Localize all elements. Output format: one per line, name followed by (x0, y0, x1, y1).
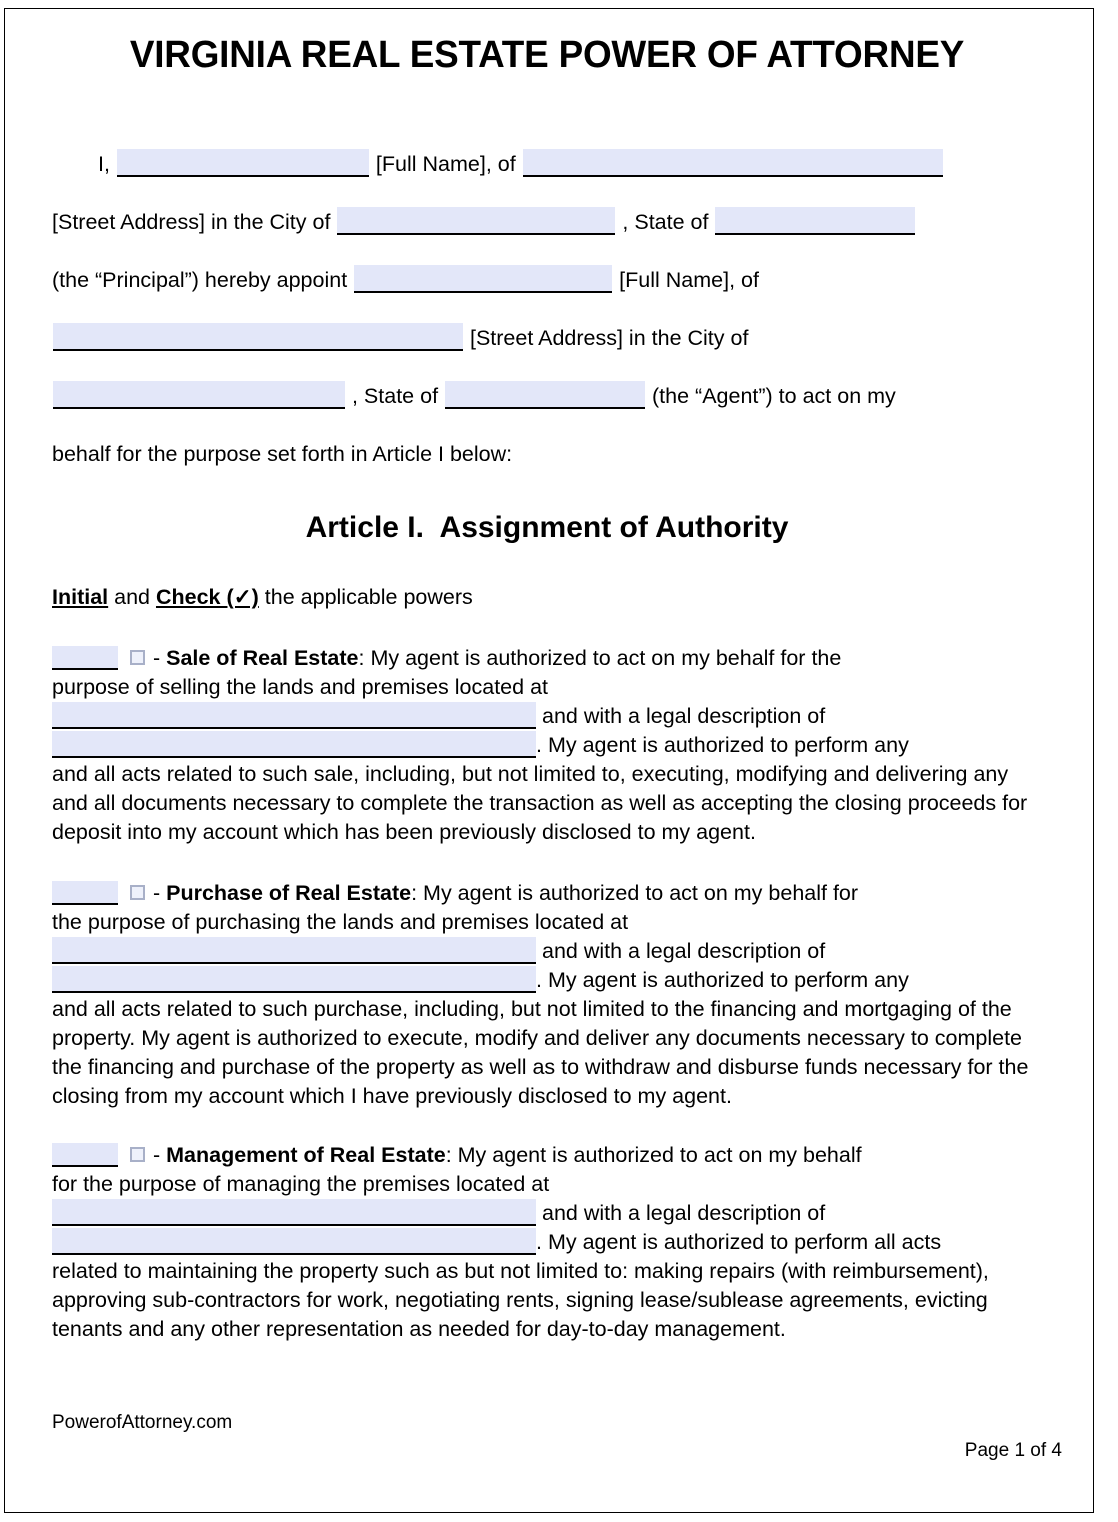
sale-initials-field[interactable] (52, 646, 118, 670)
management-line2-text: for the purpose of managing the premises… (52, 1172, 550, 1196)
intro-line5-midtext: , State of (351, 384, 439, 408)
document-page: VIRGINIA REAL ESTATE POWER OF ATTORNEY I… (0, 0, 1118, 1522)
principal-street-address-field[interactable] (522, 149, 943, 177)
purchase-mid1-text: and with a legal description of (541, 939, 826, 963)
instruction-check-label: Check (✓) (155, 585, 259, 609)
sale-property-location-field[interactable] (52, 702, 536, 729)
intro-line-5: , State of (the “Agent”) to act on my (52, 367, 1042, 425)
management-mid2-text: . My agent is authorized to perform all … (536, 1230, 942, 1254)
power-item-management: - Management of Real Estate: My agent is… (52, 1141, 1042, 1344)
intro-line-3: (the “Principal”) hereby appoint [Full N… (52, 251, 1042, 309)
principal-full-name-field[interactable] (116, 149, 369, 177)
instruction-initial-label: Initial (52, 585, 109, 609)
agent-full-name-field[interactable] (354, 265, 613, 293)
principal-state-field[interactable] (715, 207, 916, 235)
sale-legal-desc-row: . My agent is authorized to perform any (52, 731, 909, 758)
sale-title: Sale of Real Estate (166, 646, 359, 670)
footer-page-number: Page 1 of 4 (964, 1440, 1062, 1461)
purchase-mid2-text: . My agent is authorized to perform any (536, 968, 909, 992)
intro-line2-midtext: , State of (622, 210, 709, 234)
management-initials-field[interactable] (52, 1143, 118, 1167)
document-content: VIRGINIA REAL ESTATE POWER OF ATTORNEY I… (52, 8, 1042, 1344)
management-lead-text: My agent is authorized to act on my beha… (451, 1143, 862, 1167)
management-mid1-text: and with a legal description of (541, 1201, 826, 1225)
checkbox-icon[interactable] (130, 885, 145, 900)
intro-line3-prefix: (the “Principal”) hereby appoint (52, 268, 348, 292)
purchase-body-text: and all acts related to such purchase, i… (52, 997, 1029, 1108)
purchase-dash: - (147, 881, 167, 905)
management-title: Management of Real Estate (166, 1143, 446, 1167)
principal-city-field[interactable] (337, 207, 616, 235)
sale-body-text: and all acts related to such sale, inclu… (52, 762, 1028, 844)
intro-line-2: [Street Address] in the City of , State … (52, 193, 1042, 251)
article-heading: Article I. Assignment of Authority (305, 511, 789, 544)
sale-mid2-text: . My agent is authorized to perform any (536, 733, 909, 757)
purchase-lead-text: My agent is authorized to act on my beha… (417, 881, 859, 905)
sale-lead-text: My agent is authorized to act on my beha… (364, 646, 842, 670)
management-legal-desc-row: . My agent is authorized to perform all … (52, 1228, 942, 1255)
sale-legal-description-field[interactable] (52, 731, 536, 758)
intro-block: I, [Full Name], of [Street Address] in t… (52, 135, 1042, 483)
purchase-line2-text: the purpose of purchasing the lands and … (52, 910, 629, 934)
footer-brand-label: PowerofAttorney.com (52, 1412, 233, 1433)
agent-city-field[interactable] (53, 381, 345, 409)
agent-street-address-field[interactable] (53, 323, 463, 351)
intro-line5-suffix: (the “Agent”) to act on my (652, 384, 896, 408)
management-location-row: and with a legal description of (52, 1199, 826, 1226)
intro-line6-text: behalf for the purpose set forth in Arti… (52, 442, 513, 466)
sale-dash: - (147, 646, 167, 670)
checkbox-icon[interactable] (130, 650, 145, 665)
intro-line-6: behalf for the purpose set forth in Arti… (52, 425, 1042, 483)
intro-line1-midtext: [Full Name], of (375, 152, 516, 176)
intro-line-1: I, [Full Name], of (52, 135, 1042, 193)
sale-location-row: and with a legal description of (52, 702, 826, 729)
management-legal-description-field[interactable] (52, 1228, 536, 1255)
purchase-legal-description-field[interactable] (52, 966, 536, 993)
sale-line2-text: purpose of selling the lands and premise… (52, 675, 549, 699)
purchase-title: Purchase of Real Estate (166, 881, 412, 905)
sale-mid1-text: and with a legal description of (541, 704, 826, 728)
purchase-location-row: and with a legal description of (52, 937, 826, 964)
intro-line2-prefix: [Street Address] in the City of (52, 210, 331, 234)
agent-state-field[interactable] (445, 381, 646, 409)
power-item-purchase: - Purchase of Real Estate: My agent is a… (52, 879, 1042, 1111)
page-title: VIRGINIA REAL ESTATE POWER OF ATTORNEY (129, 34, 965, 76)
checkbox-icon[interactable] (130, 1147, 145, 1162)
power-item-sale: - Sale of Real Estate: My agent is autho… (52, 644, 1042, 847)
purchase-property-location-field[interactable] (52, 937, 536, 964)
initial-check-instruction: Initial and Check (✓) the applicable pow… (52, 585, 1042, 610)
page-footer: PowerofAttorney.com Page 1 of 4 (52, 1412, 1062, 1482)
purchase-legal-desc-row: . My agent is authorized to perform any (52, 966, 909, 993)
intro-line1-prefix: I, (98, 152, 110, 176)
management-property-location-field[interactable] (52, 1199, 536, 1226)
intro-line-4: [Street Address] in the City of (52, 309, 1042, 367)
intro-line3-suffix: [Full Name], of (619, 268, 759, 292)
instruction-suffix-label: the applicable powers (258, 585, 473, 609)
intro-line4-suffix: [Street Address] in the City of (469, 326, 749, 350)
instruction-and-label: and (108, 585, 156, 609)
purchase-initials-field[interactable] (52, 881, 118, 905)
management-dash: - (147, 1143, 167, 1167)
management-body-text: related to maintaining the property such… (52, 1259, 989, 1341)
